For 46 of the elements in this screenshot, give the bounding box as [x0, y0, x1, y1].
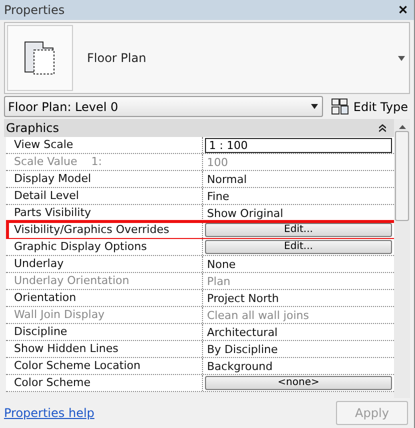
section-header[interactable]: Graphics — [4, 119, 394, 137]
property-value: 100 — [206, 156, 228, 168]
property-label: Discipline — [6, 324, 203, 340]
instance-dropdown[interactable]: Floor Plan: Level 0 — [4, 96, 324, 117]
edit-button[interactable]: <none> — [205, 376, 392, 390]
properties-help-link[interactable]: Properties help — [4, 406, 94, 420]
property-label: Wall Join Display — [6, 307, 203, 323]
edit-button[interactable]: Edit... — [205, 223, 392, 237]
scrollbar[interactable] — [394, 119, 410, 398]
property-value: None — [206, 258, 236, 270]
property-value: Fine — [206, 190, 230, 202]
property-value: Show Original — [206, 206, 284, 220]
scroll-up-icon — [398, 125, 406, 129]
type-name: Floor Plan — [87, 51, 148, 65]
property-value: Architectural — [206, 326, 278, 338]
edit-type-icon — [331, 98, 350, 115]
property-label: Scale Value 1: — [6, 154, 203, 170]
property-value: Background — [206, 360, 273, 372]
edit-button[interactable]: Edit... — [205, 240, 392, 254]
property-label: Color Scheme Location — [6, 358, 203, 374]
caret-icon — [398, 56, 405, 60]
type-selector[interactable]: Floor Plan — [4, 22, 410, 94]
property-label: Graphic Display Options — [6, 239, 203, 255]
edit-type-button[interactable]: Edit Type — [329, 98, 410, 115]
collapse-icon — [379, 124, 386, 132]
property-value: By Discipline — [206, 342, 278, 356]
property-label: Show Hidden Lines — [6, 341, 203, 357]
property-label: Underlay Orientation — [6, 273, 203, 289]
property-label: Orientation — [6, 290, 203, 306]
property-value: Project North — [206, 292, 279, 304]
property-value: Normal — [206, 172, 247, 186]
floor-plan-icon — [24, 41, 56, 75]
property-value: Clean all wall joins — [206, 308, 309, 322]
property-label: Underlay — [6, 256, 203, 272]
section-title: Graphics — [6, 121, 59, 135]
property-label: View Scale — [6, 137, 203, 153]
property-label: Color Scheme — [6, 375, 203, 391]
property-label: Parts Visibility — [6, 205, 203, 221]
caret-icon — [311, 104, 318, 109]
window-title: Properties — [4, 3, 65, 17]
value-field[interactable]: 1 : 100 — [205, 138, 392, 152]
property-value: Plan — [206, 274, 230, 288]
property-label: Detail Level — [6, 188, 203, 204]
property-label: Visibility/Graphics Overrides — [6, 222, 203, 238]
property-label: Display Model — [6, 171, 203, 187]
close-button[interactable]: ✕ — [398, 3, 408, 17]
